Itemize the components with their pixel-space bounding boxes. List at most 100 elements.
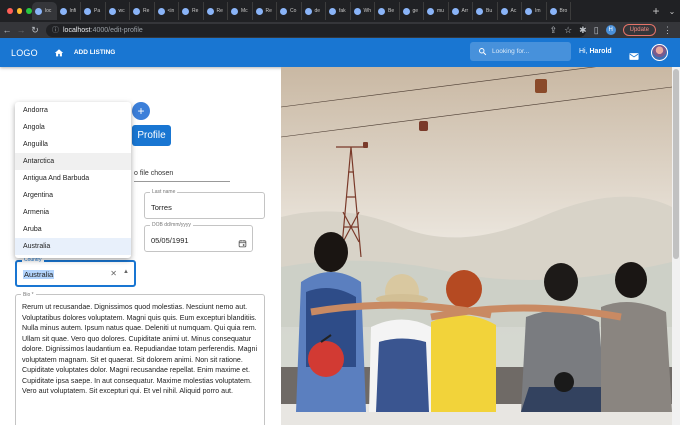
hero-photo [281, 67, 672, 425]
search-input[interactable]: Looking for... [470, 42, 571, 61]
last-name-value: Torres [151, 203, 172, 212]
home-icon[interactable] [54, 48, 64, 58]
tab-favicon-icon [280, 7, 287, 15]
back-icon[interactable]: ← [0, 25, 14, 35]
browser-tab[interactable]: Pa [81, 2, 106, 20]
address-bar[interactable]: ⓘ localhost:4000/edit-profile [46, 23, 586, 37]
country-option[interactable]: Angola [15, 119, 131, 136]
country-option[interactable]: Argentina [15, 187, 131, 204]
browser-tab[interactable]: mu [424, 2, 449, 20]
browser-tab[interactable]: de [302, 2, 326, 20]
browser-tab[interactable]: Infi [57, 2, 81, 20]
browser-toolbar: ← → ↻ ⓘ localhost:4000/edit-profile ⇪ ☆ … [0, 22, 680, 38]
tab-favicon-icon [549, 7, 557, 15]
tab-favicon-icon [378, 7, 385, 15]
share-icon[interactable]: ⇪ [550, 25, 558, 36]
browser-tab[interactable]: Re [204, 2, 228, 20]
tab-label: Wh [363, 8, 372, 14]
browser-tab[interactable]: Bu [473, 2, 498, 20]
browser-tab[interactable]: Re [179, 2, 204, 20]
browser-tab[interactable]: Ac [498, 2, 522, 20]
tab-favicon-icon [206, 7, 214, 15]
new-tab-icon[interactable]: + [648, 4, 664, 18]
user-greeting: Hi, Harold [579, 48, 612, 55]
bookmark-star-icon[interactable]: ☆ [564, 25, 572, 36]
country-option[interactable]: Aruba [15, 221, 131, 238]
tab-label: Im [535, 8, 541, 14]
country-option[interactable]: Anguilla [15, 136, 131, 153]
search-placeholder: Looking for... [492, 48, 530, 55]
greeting-prefix: Hi, [579, 48, 590, 55]
user-name: Harold [589, 48, 612, 55]
tab-favicon-icon [108, 7, 116, 15]
browser-tab[interactable]: Im [522, 2, 547, 20]
country-select[interactable]: Country Australia ✕ ▲ [15, 257, 136, 287]
browser-tab-strip: loc Infi Pa wc Re <in Re Re Mc Re Co de fak Wh Be ge mu A… [0, 0, 680, 22]
bio-label: Bio * [21, 292, 36, 298]
tab-favicon-icon [329, 7, 336, 15]
browser-tab[interactable]: ge [400, 2, 424, 20]
country-option[interactable]: Andorra [15, 102, 131, 119]
last-name-label: Last name [150, 189, 178, 195]
toolbar-right: ⇪ ☆ ✱ ▯ H Update ⋮ [550, 22, 680, 38]
browser-tab[interactable]: Be [375, 2, 400, 20]
tab-label: Re [192, 8, 199, 14]
tab-label: Re [265, 8, 272, 14]
browser-tab[interactable]: <in [155, 2, 179, 20]
tab-label: Bro [559, 8, 568, 14]
browser-tab[interactable]: loc [32, 2, 57, 20]
tab-favicon-icon [84, 7, 91, 15]
tab-favicon-icon [304, 7, 312, 15]
browser-tab[interactable]: Re [130, 2, 155, 20]
country-option[interactable]: Antigua And Barbuda [15, 170, 131, 187]
reload-icon[interactable]: ↻ [28, 25, 42, 36]
update-button[interactable]: Update [622, 24, 656, 36]
browser-tab[interactable]: Mc [228, 2, 253, 20]
browser-tab[interactable]: Co [277, 2, 302, 20]
tab-favicon-icon [182, 7, 189, 15]
add-listing-link[interactable]: ADD LISTING [74, 49, 116, 56]
browser-tab[interactable]: Re [253, 2, 277, 20]
scrollbar-thumb[interactable] [673, 69, 679, 259]
mail-icon[interactable] [629, 48, 639, 66]
country-value[interactable]: Australia [23, 270, 55, 279]
tab-label: ge [412, 8, 419, 14]
last-name-field[interactable]: Last name Torres [144, 189, 265, 219]
tab-favicon-icon [402, 7, 410, 15]
tab-favicon-icon [353, 7, 361, 15]
tab-label: de [314, 8, 321, 14]
dob-field[interactable]: DOB dd/mm/yyyy 05/05/1991 [144, 222, 253, 253]
add-photo-icon[interactable]: + [132, 102, 150, 120]
more-menu-icon[interactable]: ⋮ [663, 25, 672, 36]
page-scrollbar[interactable] [672, 67, 680, 425]
minimize-window-icon[interactable] [16, 8, 23, 14]
country-option[interactable]: Australia [15, 238, 131, 255]
tab-favicon-icon [59, 7, 67, 15]
browser-tab[interactable]: Bro [547, 2, 571, 20]
profile-button[interactable]: Profile [132, 125, 171, 146]
tab-search-icon[interactable]: ⌄ [664, 7, 680, 16]
logo[interactable]: LOGO [11, 48, 38, 58]
side-panel-icon[interactable]: ▯ [594, 25, 599, 36]
clear-icon[interactable]: ✕ [110, 269, 117, 278]
caret-up-icon[interactable]: ▲ [123, 269, 129, 275]
browser-profile-avatar[interactable]: H [605, 25, 616, 35]
country-option[interactable]: Armenia [15, 204, 131, 221]
close-window-icon[interactable] [7, 8, 13, 14]
window-controls [0, 8, 33, 14]
extensions-icon[interactable]: ✱ [579, 25, 587, 36]
browser-tab[interactable]: wc [106, 2, 130, 20]
tab-label: Bu [486, 8, 493, 14]
forward-icon[interactable]: → [14, 25, 28, 35]
user-avatar[interactable] [651, 44, 668, 61]
tab-label: Be [388, 8, 395, 14]
bio-textarea[interactable]: Bio * Rerum ut recusandae. Dignissimos q… [15, 292, 265, 425]
bio-text: Rerum ut recusandae. Dignissimos quod mo… [22, 303, 258, 395]
country-option[interactable]: Antarctica [15, 153, 131, 170]
browser-tab[interactable]: fak [326, 2, 351, 20]
browser-tab[interactable]: Arr [449, 2, 473, 20]
tab-list: loc Infi Pa wc Re <in Re Re Mc Re Co de fak Wh Be ge mu A… [32, 0, 648, 22]
browser-tab[interactable]: Wh [351, 2, 375, 20]
calendar-icon[interactable] [238, 235, 247, 253]
site-info-icon[interactable]: ⓘ [52, 25, 59, 35]
